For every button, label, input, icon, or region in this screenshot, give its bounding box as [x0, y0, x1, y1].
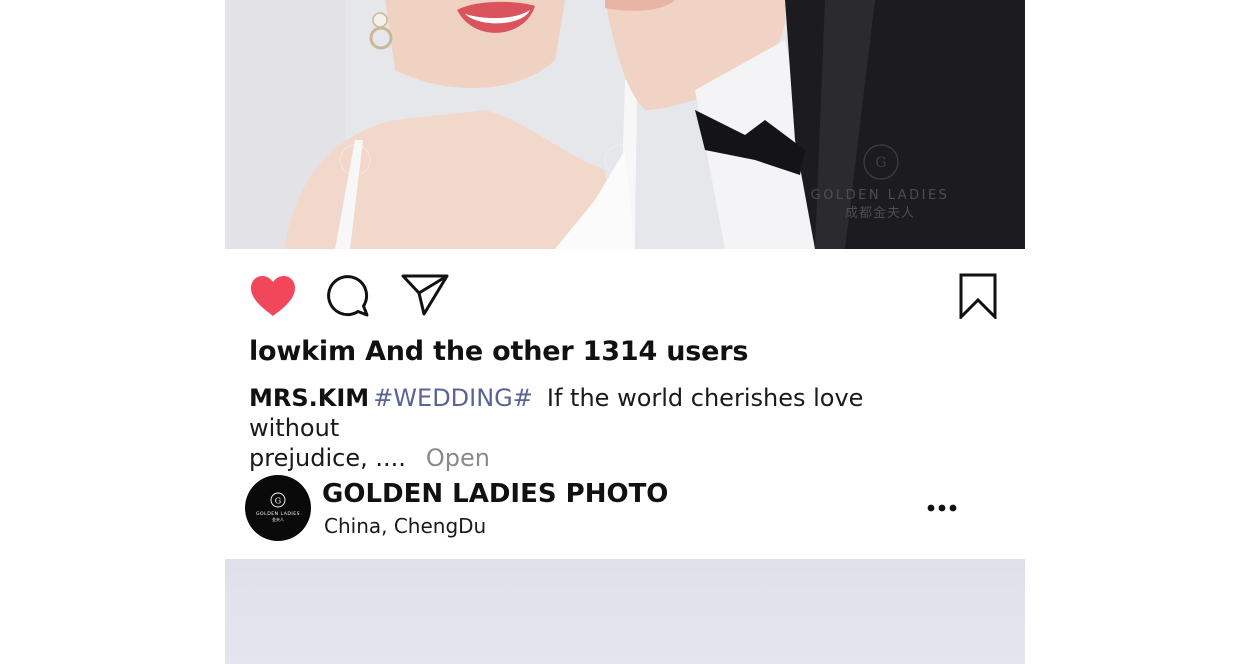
- comment-bubble-icon[interactable]: [327, 275, 371, 319]
- post-location[interactable]: China, ChengDu: [324, 514, 486, 538]
- svg-text:G: G: [275, 497, 281, 506]
- caption-open-link[interactable]: Open: [426, 444, 490, 472]
- post-photo-illustration: G GOLDEN LADIES 成都金夫人: [225, 0, 1025, 249]
- golden-ladies-logo-icon: G GOLDEN LADIES 金夫人: [256, 492, 300, 522]
- account-name[interactable]: GOLDEN LADIES PHOTO: [322, 479, 668, 509]
- more-dots-icon[interactable]: [927, 500, 957, 516]
- avatar[interactable]: G GOLDEN LADIES 金夫人: [245, 475, 311, 541]
- caption-text-line2: prejudice, ....: [249, 444, 406, 472]
- heart-icon[interactable]: [249, 275, 297, 317]
- bookmark-icon[interactable]: [959, 273, 997, 319]
- next-post-photo[interactable]: [225, 559, 1025, 664]
- post-actions: [225, 249, 1025, 329]
- feed: G GOLDEN LADIES 成都金夫人 lowkim And the oth…: [225, 0, 1025, 664]
- caption-hashtag[interactable]: #WEDDING#: [373, 384, 533, 412]
- post-photo[interactable]: G GOLDEN LADIES 成都金夫人: [225, 0, 1025, 249]
- photo-watermark-brand: GOLDEN LADIES: [811, 188, 950, 203]
- photo-watermark-cn: 成都金夫人: [845, 205, 915, 221]
- post-caption: MRS.KIM #WEDDING# If the world cherishes l…: [249, 383, 949, 473]
- next-post-header: G GOLDEN LADIES 金夫人 GOLDEN LADIES PHOTO …: [225, 470, 1025, 550]
- caption-username[interactable]: MRS.KIM: [249, 384, 369, 412]
- avatar-cn-text: 金夫人: [272, 516, 284, 522]
- send-paper-plane-icon[interactable]: [401, 273, 449, 317]
- likes-count[interactable]: lowkim And the other 1314 users: [249, 336, 748, 367]
- svg-text:G: G: [875, 155, 886, 171]
